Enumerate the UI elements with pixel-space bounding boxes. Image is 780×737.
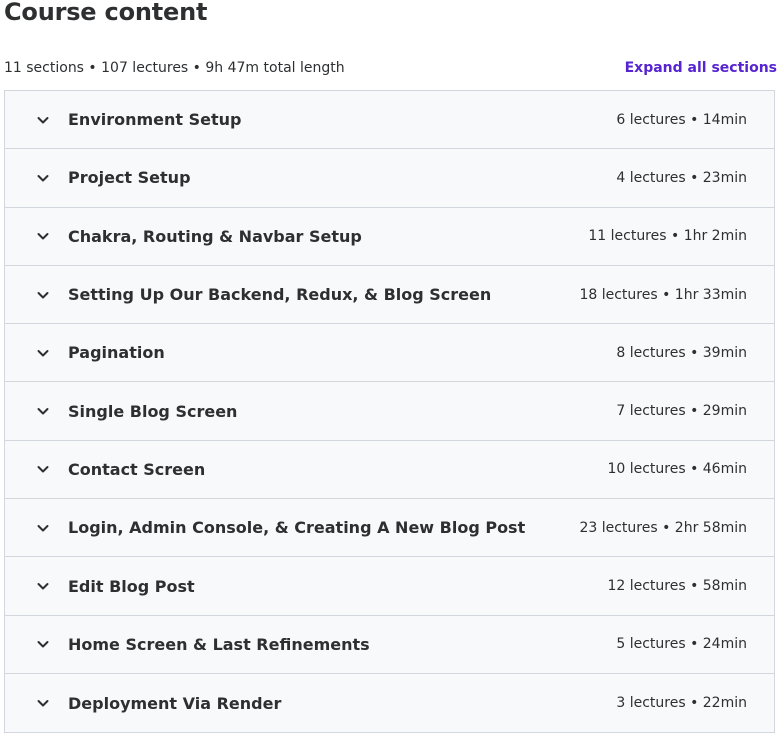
section-row[interactable]: Edit Blog Post 12 lectures • 58min <box>5 557 774 616</box>
chevron-down-icon <box>36 113 50 127</box>
section-meta: 11 lectures • 1hr 2min <box>588 228 747 245</box>
chevron-down-icon <box>36 288 50 302</box>
expand-all-sections-button[interactable]: Expand all sections <box>625 60 777 76</box>
section-row[interactable]: Home Screen & Last Refinements 5 lecture… <box>5 615 774 674</box>
course-summary-bar: 11 sections • 107 lectures • 9h 47m tota… <box>4 58 777 78</box>
section-row[interactable]: Environment Setup 6 lectures • 14min <box>5 91 774 150</box>
section-title: Contact Screen <box>68 459 206 479</box>
section-row[interactable]: Pagination 8 lectures • 39min <box>5 324 774 383</box>
section-row[interactable]: Contact Screen 10 lectures • 46min <box>5 440 774 500</box>
section-row[interactable]: Project Setup 4 lectures • 23min <box>5 149 774 208</box>
chevron-down-icon <box>36 579 50 593</box>
chevron-down-icon <box>36 696 50 710</box>
section-meta: 23 lectures • 2hr 58min <box>579 519 747 536</box>
section-title: Edit Blog Post <box>68 576 195 596</box>
section-meta: 4 lectures • 23min <box>616 169 747 186</box>
section-title: Project Setup <box>68 168 191 188</box>
section-row[interactable]: Setting Up Our Backend, Redux, & Blog Sc… <box>5 265 774 325</box>
section-title: Pagination <box>68 343 165 363</box>
section-row[interactable]: Login, Admin Console, & Creating A New B… <box>5 499 774 558</box>
section-meta: 7 lectures • 29min <box>616 403 747 420</box>
section-title: Login, Admin Console, & Creating A New B… <box>68 518 526 538</box>
section-meta: 6 lectures • 14min <box>616 111 747 128</box>
chevron-down-icon <box>36 346 50 360</box>
section-row[interactable]: Single Blog Screen 7 lectures • 29min <box>5 382 774 441</box>
chevron-down-icon <box>36 462 50 476</box>
chevron-down-icon <box>36 229 50 243</box>
section-meta: 8 lectures • 39min <box>616 344 747 361</box>
section-meta: 10 lectures • 46min <box>607 461 747 478</box>
chevron-down-icon <box>36 521 50 535</box>
section-title: Deployment Via Render <box>68 693 282 713</box>
section-title: Single Blog Screen <box>68 401 238 421</box>
section-title: Home Screen & Last Refinements <box>68 634 370 654</box>
course-summary: 11 sections • 107 lectures • 9h 47m tota… <box>4 60 345 76</box>
section-title: Environment Setup <box>68 110 242 130</box>
chevron-down-icon <box>36 637 50 651</box>
section-meta: 18 lectures • 1hr 33min <box>579 286 747 303</box>
section-row[interactable]: Chakra, Routing & Navbar Setup 11 lectur… <box>5 207 774 266</box>
chevron-down-icon <box>36 171 50 185</box>
section-meta: 3 lectures • 22min <box>616 695 747 712</box>
chevron-down-icon <box>36 404 50 418</box>
section-title: Chakra, Routing & Navbar Setup <box>68 226 362 246</box>
section-meta: 5 lectures • 24min <box>616 636 747 653</box>
sections-list: Environment Setup 6 lectures • 14min Pro… <box>4 90 775 734</box>
section-row[interactable]: Deployment Via Render 3 lectures • 22min <box>5 673 774 733</box>
section-title: Setting Up Our Backend, Redux, & Blog Sc… <box>68 285 492 305</box>
page-title: Course content <box>4 0 208 26</box>
section-meta: 12 lectures • 58min <box>607 578 747 595</box>
